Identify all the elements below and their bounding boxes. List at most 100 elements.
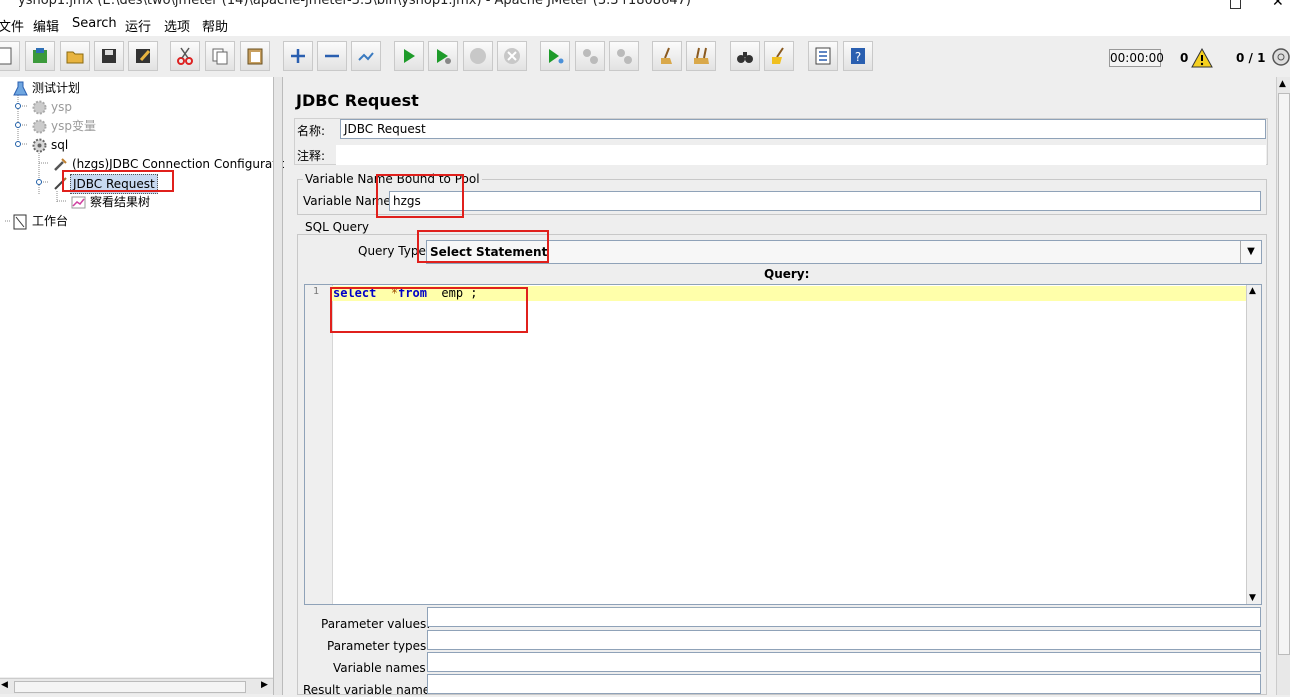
search-button[interactable] (730, 41, 760, 71)
broom-icon (661, 47, 672, 64)
query-text[interactable]: select *from emp ; (333, 285, 478, 301)
collapse-button[interactable] (317, 41, 347, 71)
variable-name-field[interactable]: hzgs (389, 191, 1261, 211)
chart-icon (71, 196, 86, 209)
variable-names-field[interactable] (427, 652, 1261, 672)
scroll-left-icon[interactable]: ◀ (1, 680, 8, 690)
remote-start-button[interactable] (540, 41, 570, 71)
clear-all-button[interactable] (686, 41, 716, 71)
scroll-up-icon[interactable]: ▲ (1279, 79, 1286, 89)
menu-file[interactable]: 文件 (0, 16, 24, 35)
save-button[interactable] (94, 41, 124, 71)
result-variable-name-field[interactable] (427, 674, 1261, 694)
shutdown-icon (504, 48, 520, 64)
sql-keyword-select: select (333, 286, 377, 300)
title-bar: yshop1.jmx (E:\des\two\jmeter (14)\apach… (0, 0, 1290, 12)
help-icon: ? (851, 48, 865, 64)
workbench-icon (13, 214, 27, 230)
menu-edit[interactable]: 编辑 (33, 16, 59, 35)
brush-icon (772, 47, 784, 64)
close-icon[interactable]: ✕ (1272, 0, 1284, 10)
warning-icon[interactable] (1191, 48, 1213, 68)
comment-label: 注释: (297, 149, 326, 163)
scroll-down-icon[interactable]: ▼ (1249, 593, 1256, 603)
start-button[interactable] (394, 41, 424, 71)
parameter-types-field[interactable] (427, 630, 1261, 650)
elapsed-time: 00:00:00 (1109, 49, 1164, 67)
test-plan-icon (13, 81, 28, 96)
panel-splitter[interactable] (273, 77, 283, 695)
start-no-pauses-button[interactable] (428, 41, 458, 71)
error-count: 0 (1180, 51, 1189, 65)
maximize-icon[interactable] (1230, 0, 1241, 9)
help-button[interactable]: ? (843, 41, 873, 71)
line-number-gutter: 1 (305, 285, 333, 604)
tree-item-label: ysp (51, 100, 72, 114)
sql-rest: emp ; (441, 286, 478, 300)
plus-icon (291, 49, 305, 63)
comment-field[interactable] (336, 145, 1266, 165)
tree-item-label: sql (51, 138, 69, 152)
panel-vertical-scrollbar[interactable]: ▲ (1276, 77, 1290, 695)
menu-run[interactable]: 运行 (125, 16, 151, 35)
sql-keyword-from: from (398, 286, 427, 300)
clear-button[interactable] (652, 41, 682, 71)
toolbar: ? (0, 38, 1290, 76)
remote-shutdown-button[interactable] (609, 41, 639, 71)
open-button[interactable] (60, 41, 90, 71)
tree-item-label: 测试计划 (32, 81, 81, 95)
new-file-icon (0, 47, 12, 65)
scroll-thumb[interactable] (1278, 93, 1290, 655)
name-label: 名称: (297, 124, 326, 138)
cut-button[interactable] (170, 41, 200, 71)
dropdown-arrow-icon[interactable]: ▼ (1240, 241, 1261, 263)
stop-button[interactable] (463, 41, 493, 71)
menu-help[interactable]: 帮助 (202, 16, 228, 35)
sql-query-group-title: SQL Query (303, 220, 372, 234)
templates-icon (33, 48, 47, 63)
copy-icon (212, 48, 228, 65)
expand-button[interactable] (283, 41, 313, 71)
templates-button[interactable] (25, 41, 55, 71)
menu-bar: 文件 编辑 Search 运行 选项 帮助 (0, 12, 1290, 36)
menu-search[interactable]: Search (72, 16, 117, 31)
menu-options[interactable]: 选项 (164, 16, 190, 35)
pool-group-title: Variable Name Bound to Pool (303, 172, 482, 186)
tree-horizontal-scrollbar[interactable]: ◀ ▶ (0, 678, 273, 694)
toggle-icon (358, 52, 374, 61)
parameter-values-field[interactable] (427, 607, 1261, 627)
tree-item-label: JDBC Request (70, 174, 158, 194)
stop-icon (470, 48, 486, 64)
toggle-button[interactable] (351, 41, 381, 71)
scroll-up-icon[interactable]: ▲ (1249, 286, 1256, 296)
query-type-label: Query Type: (358, 244, 430, 258)
query-editor[interactable]: 1 select *from emp ; ▲ ▼ (304, 284, 1262, 605)
remote-shutdown-icon (617, 49, 632, 64)
query-type-value: Select Statement (430, 245, 548, 259)
copy-button[interactable] (205, 41, 235, 71)
folder-open-icon (66, 51, 84, 64)
function-helper-button[interactable] (808, 41, 838, 71)
name-field[interactable]: JDBC Request (340, 119, 1266, 139)
shutdown-button[interactable] (497, 41, 527, 71)
save-as-button[interactable] (128, 41, 158, 71)
active-threads: 0 / 1 (1236, 51, 1266, 65)
scissors-icon (177, 47, 193, 65)
paste-button[interactable] (240, 41, 270, 71)
play-no-timers-icon (437, 49, 451, 64)
query-editor-scrollbar[interactable]: ▲ ▼ (1246, 285, 1261, 604)
save-as-icon (136, 49, 151, 63)
line-number: 1 (313, 286, 320, 297)
new-button[interactable] (0, 41, 20, 71)
scroll-right-icon[interactable]: ▶ (261, 680, 268, 690)
scroll-thumb[interactable] (14, 681, 246, 693)
query-label: Query: (764, 267, 810, 281)
minus-icon (325, 54, 339, 58)
remote-stop-button[interactable] (575, 41, 605, 71)
thread-group-gear-icon (32, 119, 47, 134)
thread-group-gear-icon (32, 100, 47, 115)
reset-search-button[interactable] (764, 41, 794, 71)
sql-star: * (390, 286, 399, 300)
query-type-select[interactable]: Select Statement ▼ (426, 240, 1262, 264)
paste-icon (247, 48, 263, 65)
